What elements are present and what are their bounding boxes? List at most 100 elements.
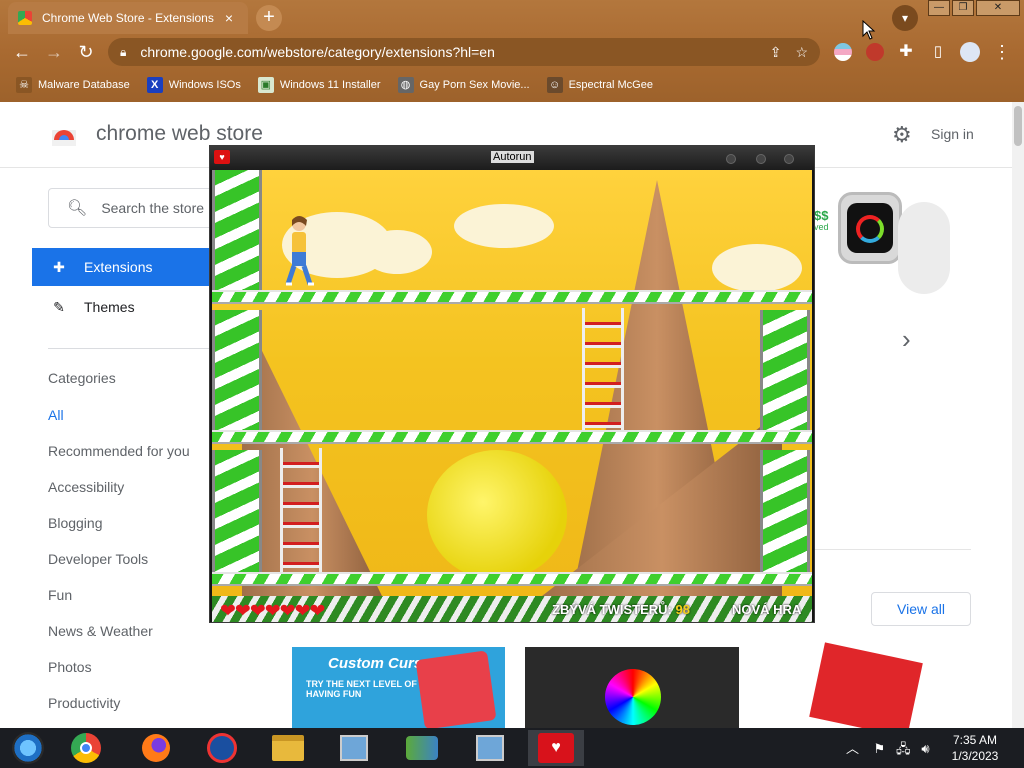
- action-center-flag-icon[interactable]: ⚑: [873, 741, 885, 756]
- twister-game-canvas[interactable]: [212, 170, 812, 596]
- category-developer-tools[interactable]: Developer Tools: [48, 551, 148, 567]
- x-logo-icon: X: [146, 77, 163, 93]
- scrollbar-thumb[interactable]: [1014, 106, 1022, 146]
- taskbar-autorun-setup-2[interactable]: [462, 730, 518, 766]
- platform-middle: [212, 430, 812, 444]
- extensions-puzzle-icon[interactable]: ✚: [894, 40, 918, 64]
- network-icon[interactable]: 🖧︎: [896, 741, 911, 756]
- bookmarks-bar: ☠ Malware Database X Windows ISOs ▣ Windows…: [0, 72, 1024, 98]
- ladder-lower: [280, 448, 322, 574]
- firefox-icon: [142, 734, 170, 762]
- categories-heading: Categories: [48, 370, 116, 386]
- chrome-web-store-favicon-icon: [18, 11, 32, 25]
- category-blogging[interactable]: Blogging: [48, 515, 103, 531]
- profile-avatar-icon[interactable]: [960, 42, 980, 62]
- tab-close-button[interactable]: ×: [220, 9, 238, 27]
- remaining-label: ZBÝVÁ TWISTERŮ:: [552, 602, 672, 617]
- bookmark-windows-isos[interactable]: X Windows ISOs: [146, 77, 241, 93]
- tab-chrome-web-store[interactable]: Chrome Web Store - Extensions ×: [8, 2, 248, 34]
- color-picker-tile[interactable]: [525, 647, 739, 728]
- globe-app-icon: [207, 733, 237, 763]
- side-panel-icon[interactable]: ▯: [926, 40, 950, 64]
- start-button[interactable]: [0, 730, 56, 766]
- back-button[interactable]: ←: [10, 40, 34, 64]
- custom-cursor-tile[interactable]: Custom Cursor TRY THE NEXT LEVEL OF HAVI…: [292, 647, 505, 728]
- lemon-decoration: [427, 450, 567, 580]
- autorun-minimize-button[interactable]: [726, 154, 736, 164]
- taskbar-internet-app[interactable]: [194, 730, 250, 766]
- pillar-mid-right: [760, 310, 810, 438]
- taskbar-network-users[interactable]: [394, 730, 450, 766]
- category-accessibility[interactable]: Accessibility: [48, 479, 124, 495]
- promo-smartwatch-image[interactable]: $$ ved: [814, 186, 950, 296]
- category-news-weather[interactable]: News & Weather: [48, 623, 153, 639]
- volume-icon[interactable]: 🔊︎: [921, 741, 929, 756]
- users-icon: [406, 736, 438, 760]
- algida-heart-icon: ♥: [538, 733, 574, 763]
- nav-extensions[interactable]: ✚ Extensions: [32, 248, 232, 286]
- category-fun[interactable]: Fun: [48, 587, 72, 603]
- tab-title: Chrome Web Store - Extensions: [42, 11, 214, 25]
- bookmark-gay-porn-sex-movie[interactable]: ◍ Gay Porn Sex Movie...: [397, 77, 530, 93]
- chrome-web-store-logo-icon[interactable]: [50, 120, 78, 148]
- bookmark-windows-11-installer[interactable]: ▣ Windows 11 Installer: [257, 77, 381, 93]
- close-window-button[interactable]: ✕: [976, 0, 1020, 16]
- taskbar-file-explorer[interactable]: [260, 730, 316, 766]
- taskbar-chrome[interactable]: [58, 730, 114, 766]
- bookmark-malware-database[interactable]: ☠ Malware Database: [16, 77, 130, 93]
- view-all-button[interactable]: View all: [871, 592, 971, 626]
- category-photos[interactable]: Photos: [48, 659, 92, 675]
- search-icon: 🔍︎: [67, 200, 88, 217]
- pillar-top-left: [212, 170, 262, 298]
- pillar-bottom-right: [760, 450, 810, 580]
- new-tab-button[interactable]: +: [256, 5, 282, 31]
- autorun-titlebar[interactable]: ♥ Autorun: [210, 146, 814, 170]
- image-icon: ▣: [257, 77, 274, 93]
- autorun-close-button[interactable]: [784, 154, 794, 164]
- address-bar[interactable]: 🔒︎ chrome.google.com/webstore/category/e…: [108, 38, 820, 66]
- forward-button[interactable]: →: [42, 40, 66, 64]
- folder-icon: [272, 735, 304, 761]
- lock-icon[interactable]: 🔒︎: [120, 45, 126, 60]
- menu-kebab-icon[interactable]: ⋮: [990, 40, 1014, 64]
- carousel-next-chevron-icon[interactable]: ›: [902, 324, 911, 355]
- gear-icon[interactable]: ⚙: [892, 122, 912, 148]
- color-wheel-icon: [605, 669, 661, 725]
- platform-bottom: [212, 572, 812, 586]
- watch-band: [898, 202, 950, 294]
- sign-in-link[interactable]: Sign in: [931, 126, 974, 142]
- game-status-bar: ❤❤❤❤❤❤❤ ZBÝVÁ TWISTERŮ: 98 NOVÁ HRA: [212, 596, 812, 622]
- share-icon[interactable]: ⇪: [770, 44, 782, 61]
- tray-expand-icon[interactable]: ︿: [846, 741, 859, 756]
- chrome-icon: [71, 733, 101, 763]
- bookmark-star-icon[interactable]: ☆: [795, 44, 808, 61]
- roblox-logo-icon[interactable]: [809, 642, 923, 728]
- page-scrollbar[interactable]: [1012, 102, 1024, 728]
- category-all[interactable]: All: [48, 407, 64, 423]
- nav-themes[interactable]: ✎ Themes: [32, 288, 232, 326]
- maximize-button[interactable]: ❐: [952, 0, 974, 16]
- autorun-title: Autorun: [491, 151, 534, 163]
- platform-top: [212, 290, 812, 304]
- mouse-pointer-icon: [862, 20, 876, 40]
- reload-button[interactable]: ↻: [74, 40, 98, 64]
- taskbar-autorun-setup[interactable]: [326, 730, 382, 766]
- bookmark-espectral-mcgee[interactable]: ☺ Espectral McGee: [546, 77, 653, 93]
- store-title[interactable]: chrome web store: [96, 122, 263, 146]
- taskbar-clock[interactable]: 7:35 AM 1/3/2023: [940, 732, 1010, 764]
- extension-flag-icon[interactable]: [834, 43, 852, 61]
- category-recommended[interactable]: Recommended for you: [48, 443, 190, 459]
- custom-cursor-tagline: TRY THE NEXT LEVEL OF HAVING FUN: [306, 679, 417, 699]
- running-girl-player: [285, 216, 314, 286]
- tab-search-button[interactable]: ▾: [892, 5, 918, 31]
- cloud-2: [362, 230, 432, 274]
- autorun-window[interactable]: ♥ Autorun ❤❤❤❤❤❤❤ ZBÝVÁ TWISTERŮ: 98 NOV…: [209, 145, 815, 623]
- extension-avatar-icon[interactable]: [866, 43, 884, 61]
- category-productivity[interactable]: Productivity: [48, 695, 120, 711]
- minimize-button[interactable]: —: [928, 0, 950, 16]
- taskbar-firefox[interactable]: [128, 730, 184, 766]
- autorun-maximize-button[interactable]: [756, 154, 766, 164]
- cloud-3: [454, 204, 554, 248]
- new-game-button[interactable]: NOVÁ HRA: [732, 602, 801, 617]
- taskbar-algida-autorun[interactable]: ♥: [528, 730, 584, 766]
